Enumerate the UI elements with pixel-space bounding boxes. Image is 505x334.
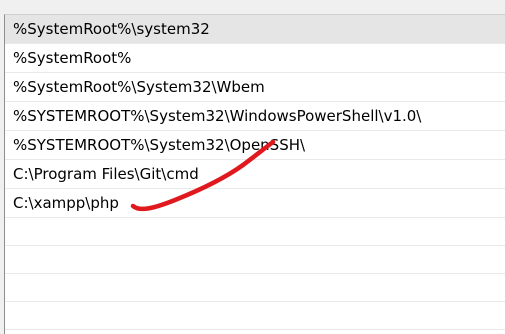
empty-list-row[interactable] [5,218,505,246]
empty-list-row[interactable] [5,274,505,302]
list-item[interactable]: %SystemRoot%\System32\Wbem [5,73,505,102]
list-item[interactable]: C:\xampp\php [5,189,505,218]
list-item[interactable]: %SystemRoot%\system32 [5,15,505,44]
list-item[interactable]: C:\Program Files\Git\cmd [5,160,505,189]
path-entries-list[interactable]: %SystemRoot%\system32 %SystemRoot% %Syst… [4,14,505,334]
list-item[interactable]: %SYSTEMROOT%\System32\OpenSSH\ [5,131,505,160]
empty-list-row[interactable] [5,302,505,330]
list-item[interactable]: %SYSTEMROOT%\System32\WindowsPowerShell\… [5,102,505,131]
empty-list-row[interactable] [5,246,505,274]
list-item[interactable]: %SystemRoot% [5,44,505,73]
